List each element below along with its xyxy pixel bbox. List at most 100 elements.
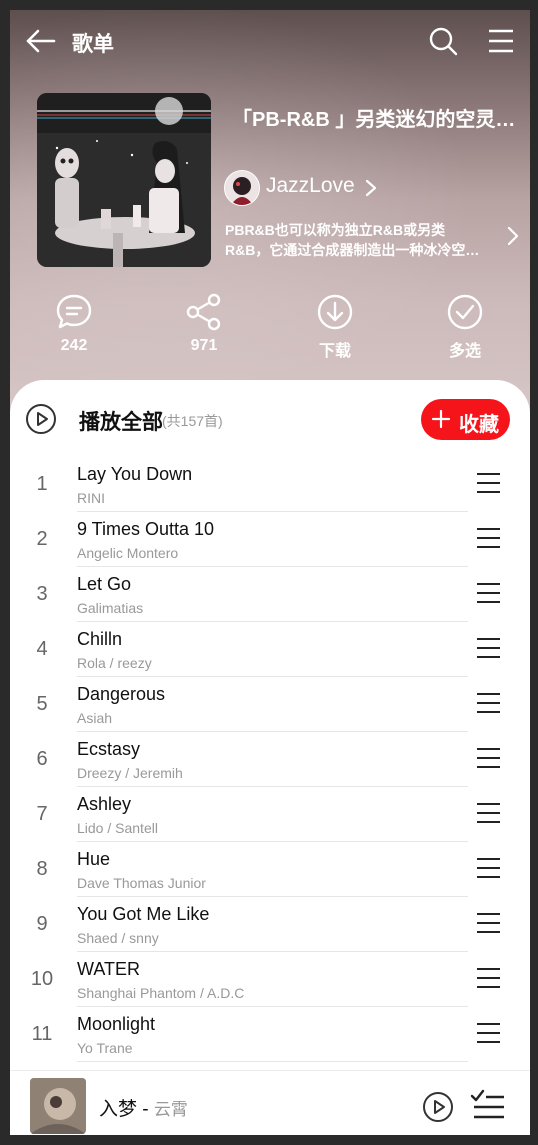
now-playing-title: 入梦 bbox=[99, 1099, 138, 1120]
play-all-button[interactable] bbox=[25, 403, 57, 435]
song-row[interactable]: 1 Lay You Down RINI bbox=[10, 457, 530, 512]
now-playing-cover[interactable] bbox=[30, 1078, 86, 1134]
page-title: 歌单 bbox=[72, 33, 114, 56]
more-lines-icon[interactable] bbox=[476, 746, 501, 770]
collect-label: 收藏 bbox=[459, 414, 499, 436]
song-row[interactable]: 9 You Got Me Like Shaed / snny bbox=[10, 897, 530, 952]
more-lines-icon[interactable] bbox=[476, 471, 501, 495]
description-line-2: R&B，它通过合成器制造出一种冰冷空… bbox=[225, 242, 480, 258]
top-bar: 歌单 bbox=[10, 10, 530, 72]
multi-select-button[interactable]: 多选 bbox=[425, 293, 505, 363]
playlist-queue-button[interactable] bbox=[470, 1089, 506, 1121]
song-row[interactable]: 5 Dangerous Asiah bbox=[10, 677, 530, 732]
song-artist: Shaed / snny bbox=[77, 930, 159, 946]
song-artist: Dave Thomas Junior bbox=[77, 875, 206, 891]
song-row[interactable]: 3 Let Go Galimatias bbox=[10, 567, 530, 622]
share-button[interactable]: 971 bbox=[164, 293, 244, 363]
song-title: Lay You Down bbox=[77, 464, 193, 484]
song-index: 6 bbox=[36, 748, 48, 770]
more-lines-icon[interactable] bbox=[476, 526, 501, 550]
playlist-title: 「PB-R&B 」另类迷幻的空灵… bbox=[232, 109, 516, 131]
song-artist: Yo Trane bbox=[77, 1040, 133, 1056]
playlist-cover[interactable] bbox=[37, 93, 211, 267]
download-button[interactable]: 下载 bbox=[295, 293, 375, 363]
song-artist: Asiah bbox=[77, 710, 113, 726]
song-list-sheet: 播放全部 (共157首) 收藏 1 Lay You Down RINI 2 9 Time… bbox=[10, 380, 530, 1117]
song-title: Dangerous bbox=[77, 684, 166, 704]
share-icon bbox=[186, 293, 221, 331]
song-index: 1 bbox=[36, 473, 48, 495]
song-row[interactable]: 4 Chilln Rola / reezy bbox=[10, 622, 530, 677]
comments-count: 242 bbox=[60, 337, 88, 354]
song-index: 10 bbox=[30, 968, 54, 990]
download-icon bbox=[317, 294, 353, 330]
player-play-button[interactable] bbox=[422, 1091, 454, 1123]
search-button[interactable] bbox=[428, 26, 458, 56]
chevron-right-icon bbox=[365, 179, 377, 197]
song-index: 4 bbox=[36, 638, 48, 660]
song-title: Moonlight bbox=[77, 1014, 156, 1034]
song-title: Ashley bbox=[77, 794, 132, 814]
collect-button[interactable]: 收藏 bbox=[421, 399, 510, 440]
menu-button[interactable] bbox=[486, 26, 516, 56]
song-artist: Galimatias bbox=[77, 600, 144, 616]
search-icon bbox=[429, 27, 458, 56]
song-row[interactable]: 7 Ashley Lido / Santell bbox=[10, 787, 530, 842]
playlist-icon bbox=[470, 1089, 504, 1119]
play-circle-icon bbox=[26, 404, 56, 434]
more-lines-icon[interactable] bbox=[476, 966, 501, 990]
play-all-label[interactable]: 播放全部 bbox=[79, 406, 163, 436]
share-count: 971 bbox=[190, 337, 218, 354]
comment-icon bbox=[56, 294, 92, 329]
now-playing-artist: 云霄 bbox=[153, 1100, 188, 1119]
more-lines-icon[interactable] bbox=[476, 911, 501, 935]
now-playing-text: 入梦 - 云霄 bbox=[99, 1094, 188, 1121]
song-title: You Got Me Like bbox=[77, 904, 210, 924]
song-index: 11 bbox=[31, 1023, 53, 1045]
now-playing-artwork bbox=[30, 1078, 86, 1134]
song-count: (共157首) bbox=[162, 413, 223, 429]
more-lines-icon[interactable] bbox=[476, 801, 501, 825]
song-row[interactable]: 11 Moonlight Yo Trane bbox=[10, 1007, 530, 1062]
song-index: 2 bbox=[36, 528, 48, 550]
song-artist: Dreezy / Jeremih bbox=[77, 765, 183, 781]
more-lines-icon[interactable] bbox=[476, 691, 501, 715]
song-artist: RINI bbox=[77, 490, 105, 506]
song-artist: Rola / reezy bbox=[77, 655, 152, 671]
song-artist: Lido / Santell bbox=[77, 820, 158, 836]
song-row[interactable]: 6 Ecstasy Dreezy / Jeremih bbox=[10, 732, 530, 787]
mini-player[interactable]: 入梦 - 云霄 bbox=[10, 1070, 530, 1135]
creator-name: JazzLove bbox=[266, 174, 355, 197]
song-artist: Shanghai Phantom / A.D.C bbox=[77, 985, 245, 1001]
more-lines-icon[interactable] bbox=[476, 1021, 501, 1045]
song-index: 7 bbox=[36, 803, 48, 825]
back-button[interactable] bbox=[24, 26, 58, 56]
avatar-image bbox=[225, 171, 259, 205]
song-index: 3 bbox=[36, 583, 48, 605]
more-lines-icon[interactable] bbox=[476, 856, 501, 880]
song-row[interactable]: 8 Hue Dave Thomas Junior bbox=[10, 842, 530, 897]
song-title: Ecstasy bbox=[77, 739, 141, 759]
hamburger-icon bbox=[489, 29, 513, 53]
arrow-left-icon bbox=[26, 29, 56, 53]
song-index: 8 bbox=[36, 858, 48, 880]
playlist-description[interactable]: PBR&B也可以称为独立R&B或另类 R&B，它通过合成器制造出一种冰冷空… bbox=[225, 220, 497, 260]
now-playing-separator: - bbox=[137, 1099, 154, 1120]
avatar bbox=[224, 170, 260, 206]
cover-artwork bbox=[37, 93, 211, 267]
app-frame: 歌单 「PB-R&B 」另类迷幻的空灵… JazzLove PBR&B也可以称为… bbox=[10, 10, 530, 1135]
more-lines-icon[interactable] bbox=[476, 581, 501, 605]
song-title: Chilln bbox=[77, 629, 123, 649]
description-chevron-icon[interactable] bbox=[506, 225, 520, 247]
song-row[interactable]: 10 WATER Shanghai Phantom / A.D.C bbox=[10, 952, 530, 1007]
song-artist: Angelic Montero bbox=[77, 545, 179, 561]
song-title: Let Go bbox=[77, 574, 132, 594]
song-index: 5 bbox=[36, 693, 48, 715]
song-title: Hue bbox=[77, 849, 111, 869]
more-lines-icon[interactable] bbox=[476, 636, 501, 660]
song-row[interactable]: 2 9 Times Outta 10 Angelic Montero bbox=[10, 512, 530, 567]
song-list: 1 Lay You Down RINI 2 9 Times Outta 10 Angeli… bbox=[10, 457, 530, 1117]
plus-icon bbox=[431, 409, 451, 429]
play-circle-icon bbox=[423, 1092, 453, 1122]
comments-button[interactable]: 242 bbox=[34, 293, 114, 363]
